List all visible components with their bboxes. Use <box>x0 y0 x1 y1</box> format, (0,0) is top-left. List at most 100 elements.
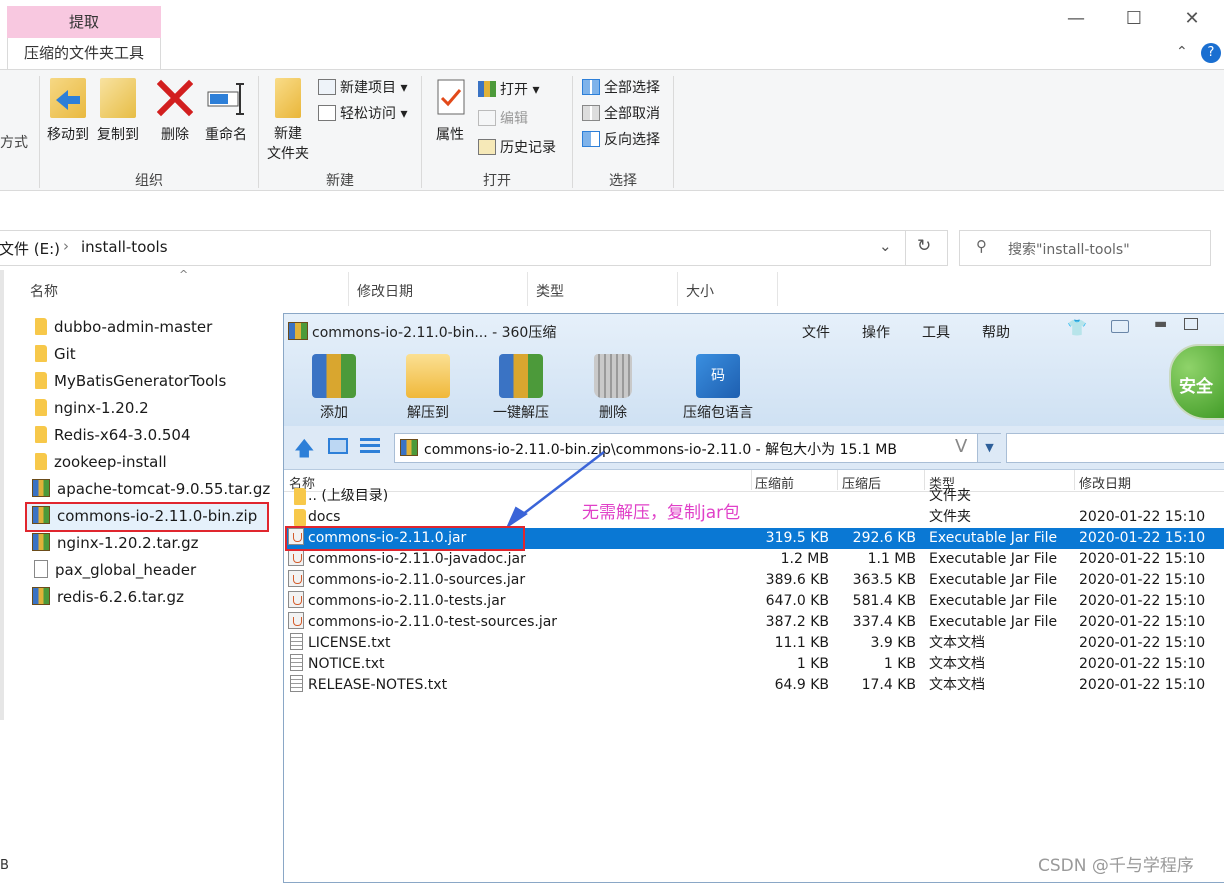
collapse-ribbon-icon[interactable]: ⌃ <box>1176 44 1188 60</box>
java-jar-icon <box>288 549 304 566</box>
copy-to-button[interactable]: 复制到 <box>94 78 142 144</box>
archive-row[interactable]: commons-io-2.11.0-sources.jar 389.6 KB 363… <box>286 570 1224 591</box>
file-row[interactable]: zookeep-install <box>32 449 167 476</box>
archive-row[interactable]: commons-io-2.11.0-tests.jar 647.0 KB 581.4… <box>286 591 1224 612</box>
column-divider[interactable] <box>348 272 349 306</box>
new-folder-icon <box>275 78 301 118</box>
help-icon[interactable]: ? <box>1201 43 1221 63</box>
toolbar-archive-language-button[interactable]: 码 压缩包语言 <box>668 354 768 422</box>
column-divider[interactable] <box>527 272 528 306</box>
history-button[interactable]: 历史记录 <box>478 136 556 160</box>
zip360-minimize-button[interactable]: ▬ <box>1154 316 1167 332</box>
close-button[interactable]: ✕ <box>1162 4 1222 34</box>
menu-file[interactable]: 文件 <box>802 322 830 342</box>
open-button[interactable]: 打开 ▾ <box>478 78 539 102</box>
path-dropdown-icon[interactable]: ▼ <box>977 434 1001 462</box>
zip360-path-field[interactable]: commons-io-2.11.0-bin.zip\commons-io-2.1… <box>394 433 1001 463</box>
archive-modified: 2020-01-22 15:10 <box>1079 572 1206 588</box>
archive-row[interactable]: docs 文件夹 2020-01-22 15:10 <box>286 507 1224 528</box>
maximize-button[interactable]: ☐ <box>1104 4 1164 34</box>
toolbar-extract-to-button[interactable]: 解压到 <box>396 354 460 422</box>
toolbar-one-click-extract-button[interactable]: 一键解压 <box>484 354 558 422</box>
zip360-maximize-button[interactable] <box>1184 318 1198 330</box>
view-list-icon[interactable] <box>360 438 380 454</box>
toolbar-extract-to-label: 解压到 <box>407 405 449 421</box>
file-row[interactable]: commons-io-2.11.0-bin.zip <box>32 503 257 530</box>
column-header-size[interactable]: 大小 <box>686 281 714 301</box>
archive-row[interactable]: LICENSE.txt 11.1 KB 3.9 KB 文本文档 2020-01-22 1… <box>286 633 1224 654</box>
file-row[interactable]: apache-tomcat-9.0.55.tar.gz <box>32 476 270 503</box>
menu-tools[interactable]: 工具 <box>922 322 950 342</box>
path-history-icon[interactable]: V <box>955 436 967 457</box>
search-box[interactable]: ⚲ 搜索"install-tools" <box>959 230 1211 266</box>
toolbar-add-label: 添加 <box>320 405 348 421</box>
column-divider[interactable] <box>777 272 778 306</box>
zip360-search-input[interactable] <box>1006 433 1224 463</box>
move-to-label: 移动到 <box>47 127 89 143</box>
archive-row[interactable]: RELEASE-NOTES.txt 64.9 KB 17.4 KB 文本文档 2020-… <box>286 675 1224 696</box>
file-row[interactable]: MyBatisGeneratorTools <box>32 368 226 395</box>
minimize-button[interactable]: — <box>1046 4 1106 34</box>
refresh-icon[interactable]: ↻ <box>917 236 931 256</box>
move-to-button[interactable]: 移动到 <box>44 78 92 144</box>
java-jar-icon <box>288 570 304 587</box>
new-folder-button[interactable]: 新建 文件夹 <box>263 78 313 164</box>
file-row[interactable]: nginx-1.20.2.tar.gz <box>32 530 199 557</box>
archive-row[interactable]: commons-io-2.11.0-test-sources.jar 387.2 … <box>286 612 1224 633</box>
column-header-type[interactable]: 类型 <box>536 281 564 301</box>
folder-icon <box>294 488 306 505</box>
highlight-box-jar <box>285 526 525 551</box>
address-bar[interactable]: 文件 (E:) › install-tools ⌄ ↻ <box>0 230 948 266</box>
file-row[interactable]: pax_global_header <box>32 557 196 584</box>
invert-selection-button[interactable]: 反向选择 <box>582 128 660 152</box>
skin-shirt-icon[interactable]: 👕 <box>1067 318 1087 337</box>
file-icon <box>34 560 48 578</box>
archive-row[interactable]: commons-io-2.11.0-javadoc.jar 1.2 MB 1.1 M… <box>286 549 1224 570</box>
security-shield-icon[interactable]: 安全 <box>1169 344 1224 420</box>
nav-pane-scrollbar[interactable] <box>0 270 4 720</box>
feedback-icon[interactable] <box>1111 320 1129 333</box>
properties-button[interactable]: 属性 <box>428 78 472 144</box>
tab-compressed-folder-tools[interactable]: 压缩的文件夹工具 <box>7 38 161 70</box>
select-none-icon <box>582 105 600 121</box>
archive-size-before: 387.2 KB <box>765 614 829 630</box>
delete-button[interactable]: 删除 <box>155 78 195 144</box>
address-dropdown-icon[interactable]: ⌄ <box>879 237 892 255</box>
folder-icon <box>35 426 47 443</box>
column-divider[interactable] <box>677 272 678 306</box>
trash-can-icon <box>594 354 632 398</box>
archive-size-after: 1.1 MB <box>867 551 916 567</box>
archive-row[interactable]: NOTICE.txt 1 KB 1 KB 文本文档 2020-01-22 15:10 <box>286 654 1224 675</box>
archive-row[interactable]: .. (上级目录) 文件夹 <box>286 486 1224 507</box>
easy-access-button[interactable]: 轻松访问 ▾ <box>318 102 407 126</box>
column-header-modified[interactable]: 修改日期 <box>357 281 413 301</box>
archive-type: Executable Jar File <box>929 614 1058 630</box>
file-row[interactable]: dubbo-admin-master <box>32 314 212 341</box>
archive-size-after: 17.4 KB <box>861 677 916 693</box>
select-none-button[interactable]: 全部取消 <box>582 102 660 126</box>
menu-operate[interactable]: 操作 <box>862 322 890 342</box>
file-row[interactable]: nginx-1.20.2 <box>32 395 149 422</box>
archive-size-after: 3.9 KB <box>870 635 917 651</box>
toolbar-delete-button[interactable]: 删除 <box>588 354 638 422</box>
file-row[interactable]: redis-6.2.6.tar.gz <box>32 584 184 611</box>
breadcrumb-drive[interactable]: 文件 (E:) <box>0 238 60 259</box>
menu-help[interactable]: 帮助 <box>982 322 1010 342</box>
open-label: 打开 <box>500 82 528 98</box>
edit-button[interactable]: 编辑 <box>478 107 528 131</box>
tab-extract[interactable]: 提取 <box>7 6 161 38</box>
file-row[interactable]: Git <box>32 341 76 368</box>
select-all-button[interactable]: 全部选择 <box>582 76 660 100</box>
file-name: Git <box>54 345 76 363</box>
view-large-icon[interactable] <box>328 438 348 454</box>
archive-size-after: 292.6 KB <box>852 530 916 546</box>
csdn-watermark: CSDN @千与学程序 <box>1038 856 1194 876</box>
breadcrumb-folder[interactable]: install-tools <box>81 238 168 256</box>
new-item-button[interactable]: 新建项目 ▾ <box>318 76 407 100</box>
column-header-name[interactable]: 名称 <box>30 281 58 301</box>
up-level-arrow-icon[interactable]: 🡅 <box>294 434 315 468</box>
file-row[interactable]: Redis-x64-3.0.504 <box>32 422 191 449</box>
file-name: apache-tomcat-9.0.55.tar.gz <box>57 480 271 498</box>
rename-button[interactable]: 重命名 <box>200 78 252 144</box>
toolbar-add-button[interactable]: 添加 <box>306 354 362 422</box>
